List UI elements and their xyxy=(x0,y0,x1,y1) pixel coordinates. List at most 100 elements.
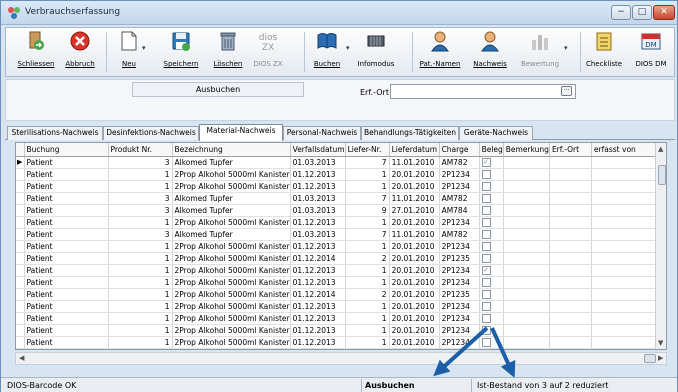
beleg-checkbox[interactable] xyxy=(481,301,491,311)
beleg-checkbox[interactable] xyxy=(481,205,491,215)
minimize-button[interactable]: − xyxy=(611,5,631,20)
scroll-right-icon[interactable]: ▶ xyxy=(658,354,663,362)
beleg-checkbox[interactable] xyxy=(481,169,491,179)
grid-header-charge[interactable]: Charge xyxy=(439,143,480,157)
tab-personal-nachweis[interactable]: Personal-Nachweis xyxy=(283,126,361,140)
scroll-left-icon[interactable]: ◀ xyxy=(19,354,24,362)
row-indicator xyxy=(16,324,25,337)
beleg-checkbox[interactable] xyxy=(481,241,491,251)
checkliste-button[interactable]: Checkliste xyxy=(584,30,624,74)
beleg-checkbox[interactable] xyxy=(481,277,491,287)
cell-bemerkung xyxy=(503,156,550,169)
table-row[interactable]: Patient 1 2Prop Alkohol 5000ml Kanister 01.… xyxy=(16,252,660,265)
table-row[interactable]: Patient 3 Alkomed Tupfer 01.03.2013 9 27.01.2… xyxy=(16,204,660,217)
toolbar-label: Pat.-Namen xyxy=(419,60,461,68)
cell-produkt-nr: 3 xyxy=(108,192,173,205)
table-row[interactable]: Patient 1 2Prop Alkohol 5000ml Kanister 01.… xyxy=(16,216,660,229)
beleg-checkbox[interactable]: ✓ xyxy=(481,157,491,167)
neu-button[interactable]: ▾ Neu xyxy=(112,30,146,74)
beleg-checkbox[interactable] xyxy=(481,289,491,299)
dios-zx-button[interactable]: dios ZX DIOS ZX xyxy=(250,30,286,74)
table-row[interactable]: Patient 1 2Prop Alkohol 5000ml Kanister 01.… xyxy=(16,168,660,181)
cell-verfallsdatum: 01.12.2013 xyxy=(290,168,346,181)
horizontal-scroll-thumb[interactable] xyxy=(644,354,656,363)
grid-header-buchung[interactable]: Buchung xyxy=(24,143,109,157)
tab-sterilisations-nachweis[interactable]: Sterilisations-Nachweis xyxy=(7,126,103,140)
table-row[interactable]: Patient 3 Alkomed Tupfer 01.03.2013 7 11.01.2… xyxy=(16,228,660,241)
status-barcode: DIOS-Barcode OK xyxy=(7,381,77,390)
beleg-checkbox[interactable] xyxy=(481,193,491,203)
table-row[interactable]: Patient 1 2Prop Alkohol 5000ml Kanister 01.… xyxy=(16,336,660,349)
nachweis-button[interactable]: Nachweis xyxy=(470,30,510,74)
loeschen-button[interactable]: Löschen xyxy=(210,30,246,74)
erf-ort-lookup-button[interactable]: ··· xyxy=(561,86,572,96)
cell-bezeichnung: 2Prop Alkohol 5000ml Kanister xyxy=(172,312,291,325)
speichern-button[interactable]: Speichern xyxy=(158,30,204,74)
grid-header-verfallsdatum[interactable]: Verfallsdatum xyxy=(290,143,346,157)
infomodus-button[interactable]: Infomodus xyxy=(356,30,396,74)
schliessen-button[interactable]: Schliessen xyxy=(14,30,58,74)
table-row[interactable]: Patient 1 2Prop Alkohol 5000ml Kanister 01.… xyxy=(16,312,660,325)
table-row[interactable]: Patient 1 2Prop Alkohol 5000ml Kanister 01.… xyxy=(16,276,660,289)
vertical-scroll-thumb[interactable] xyxy=(658,165,666,185)
close-button[interactable]: ✕ xyxy=(653,5,675,20)
grid-header-liefer-nr[interactable]: Liefer-Nr. xyxy=(345,143,390,157)
grid-header-bezeichnung[interactable]: Bezeichnung xyxy=(172,143,291,157)
cell-bezeichnung: 2Prop Alkohol 5000ml Kanister xyxy=(172,240,291,253)
cell-lieferdatum: 20.01.2010 xyxy=(389,324,440,337)
table-row[interactable]: Patient 1 2Prop Alkohol 5000ml Kanister 01.… xyxy=(16,264,660,277)
beleg-checkbox[interactable]: ✓ xyxy=(481,265,491,275)
horizontal-scrollbar[interactable]: ◀ ▶ xyxy=(15,352,667,365)
cell-erfasst-von xyxy=(591,216,660,229)
grid-header-produkt-nr[interactable]: Produkt Nr. xyxy=(108,143,173,157)
beleg-checkbox[interactable] xyxy=(481,217,491,227)
grid-header-bemerkung[interactable]: Bemerkung xyxy=(503,143,550,157)
table-row[interactable]: Patient 3 Alkomed Tupfer 01.03.2013 7 11.01.2… xyxy=(16,192,660,205)
cell-erfasst-von xyxy=(591,228,660,241)
table-row[interactable]: Patient 1 2Prop Alkohol 5000ml Kanister 01.… xyxy=(16,288,660,301)
tab-geraete-nachweis[interactable]: Geräte-Nachweis xyxy=(459,126,533,140)
table-row[interactable]: Patient 1 2Prop Alkohol 5000ml Kanister 01.… xyxy=(16,240,660,253)
beleg-checkbox[interactable] xyxy=(481,337,491,347)
buchen-button[interactable]: ▾ Buchen xyxy=(310,30,350,74)
grid-header-lieferdatum[interactable]: Lieferdatum xyxy=(389,143,440,157)
material-grid[interactable]: Buchung Produkt Nr. Bezeichnung Verfalls… xyxy=(15,142,667,350)
cell-bezeichnung: Alkomed Tupfer xyxy=(172,192,291,205)
table-row[interactable]: Patient 1 2Prop Alkohol 5000ml Kanister 01.… xyxy=(16,300,660,313)
dios-dm-button[interactable]: DM DIOS DM xyxy=(630,30,672,74)
erf-ort-input[interactable] xyxy=(390,84,576,99)
cell-erfasst-von xyxy=(591,288,660,301)
row-indicator xyxy=(16,180,25,193)
row-indicator xyxy=(16,228,25,241)
cell-erf-ort xyxy=(549,324,592,337)
title-bar[interactable]: Verbrauchserfassung − □ ✕ xyxy=(1,1,677,25)
table-row[interactable]: ▶ Patient 3 Alkomed Tupfer 01.03.2013 7 11.01.… xyxy=(16,156,660,169)
beleg-checkbox[interactable] xyxy=(481,325,491,335)
scroll-down-icon[interactable]: ▼ xyxy=(658,339,663,347)
beleg-checkbox[interactable] xyxy=(481,229,491,239)
beleg-checkbox[interactable] xyxy=(481,313,491,323)
scroll-up-icon[interactable]: ▲ xyxy=(658,145,663,153)
grid-header-erfasst-von[interactable]: erfasst von xyxy=(591,143,660,157)
cell-lieferdatum: 20.01.2010 xyxy=(389,180,440,193)
pat-namen-button[interactable]: Pat.-Namen xyxy=(418,30,462,74)
tab-behandlungs-taetigkeiten[interactable]: Behandlungs-Tätigkeiten xyxy=(361,126,459,140)
abbruch-button[interactable]: Abbruch xyxy=(60,30,100,74)
grid-header-beleg[interactable]: Beleg xyxy=(479,143,504,157)
cell-charge: 2P1234 xyxy=(439,240,480,253)
cell-verfallsdatum: 01.03.2013 xyxy=(290,228,346,241)
tab-desinfektions-nachweis[interactable]: Desinfektions-Nachweis xyxy=(103,126,199,140)
cell-verfallsdatum: 01.03.2013 xyxy=(290,156,346,169)
vertical-scrollbar[interactable]: ▲ ▼ xyxy=(655,143,666,349)
cell-produkt-nr: 1 xyxy=(108,276,173,289)
beleg-checkbox[interactable] xyxy=(481,181,491,191)
table-row[interactable]: Patient 1 2Prop Alkohol 5000ml Kanister 01.… xyxy=(16,180,660,193)
grid-header-erf-ort[interactable]: Erf.-Ort xyxy=(549,143,592,157)
tab-material-nachweis[interactable]: Material-Nachweis xyxy=(199,124,283,141)
table-row[interactable]: Patient 1 2Prop Alkohol 5000ml Kanister 01.… xyxy=(16,324,660,337)
cell-lieferdatum: 27.01.2010 xyxy=(389,204,440,217)
maximize-button[interactable]: □ xyxy=(632,5,652,20)
bewertung-button[interactable]: ▾ Bewertung xyxy=(518,30,568,74)
beleg-checkbox[interactable] xyxy=(481,253,491,263)
erf-ort-label: Erf.-Ort xyxy=(360,88,389,97)
